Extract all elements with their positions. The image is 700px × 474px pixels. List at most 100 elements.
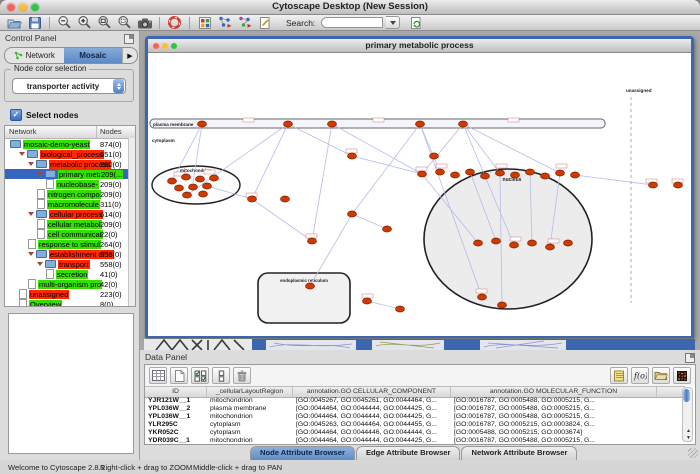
tree-col-network[interactable]: Network [5, 126, 97, 138]
search-input[interactable] [321, 17, 383, 28]
tree-row[interactable]: metabolic process280(0) [5, 159, 135, 169]
snapshot-icon[interactable] [136, 15, 153, 30]
data-panel: Data Panel f(o) ID_cellularLayoutRegiona… [140, 350, 700, 460]
tree-row[interactable]: biological_process651(0) [5, 149, 135, 159]
matrix-icon[interactable] [673, 367, 691, 384]
browser-tabs: Node Attribute BrowserEdge Attribute Bro… [250, 446, 577, 460]
data-panel-body: f(o) ID_cellularLayoutRegionannotation.G… [144, 364, 696, 445]
background-windows-strip[interactable] [144, 338, 695, 350]
resize-grip[interactable] [688, 448, 698, 458]
vizmapper-icon[interactable] [196, 15, 213, 30]
table-row[interactable]: YPL036W__1mitochondrion[GO:0044464, GO:0… [145, 413, 685, 421]
help-icon[interactable] [166, 15, 183, 30]
birdseye-view[interactable] [8, 313, 134, 454]
tree-row-label: response to stimul [38, 240, 101, 249]
zoom-out-icon[interactable] [56, 15, 73, 30]
table-row[interactable]: YKR052Ccytoplasm[GO:0044464, GO:0044446,… [145, 429, 685, 437]
table-scrollbar-thumb[interactable] [683, 389, 690, 402]
node-color-dropdown[interactable]: transporter activity [12, 78, 126, 94]
data-panel-title: Data Panel [140, 350, 700, 364]
control-panel-tabs: Network Mosaic ▶ [4, 47, 138, 64]
unselect-attributes-icon[interactable] [212, 367, 230, 384]
expander-icon[interactable] [37, 172, 43, 176]
attribute-table[interactable]: YJR121W__1mitochondrion[GO:0045267, GO:0… [145, 397, 685, 444]
network-view-frame[interactable]: primary metabolic process plasma membran… [145, 36, 694, 338]
search-dropdown-icon[interactable] [386, 16, 400, 29]
tree-row[interactable]: mosaic-demo-yeast874(0) [5, 139, 135, 149]
select-attributes-icon[interactable] [191, 367, 209, 384]
control-panel-title: Control Panel [0, 31, 139, 45]
table-row[interactable]: YJR121W__1mitochondrion[GO:0045267, GO:0… [145, 397, 685, 405]
tab-network[interactable]: Network [5, 48, 64, 63]
refresh-search-icon[interactable] [407, 15, 424, 30]
table-cell: plasma membrane [207, 405, 293, 413]
layout-network-icon[interactable] [216, 15, 233, 30]
tree-row-count: 614(0) [100, 210, 122, 219]
file-icon [37, 229, 45, 239]
tab-edge-attribute-browser[interactable]: Edge Attribute Browser [356, 446, 461, 460]
status-bar: Welcome to Cytoscape 2.8.1 Right-click +… [0, 460, 700, 474]
table-scrollbar[interactable]: ▲ ▼ [682, 387, 693, 442]
tab-overflow-icon[interactable]: ▶ [122, 48, 137, 63]
align-network-icon[interactable] [236, 15, 253, 30]
tab-network-attribute-browser[interactable]: Network Attribute Browser [461, 446, 577, 460]
table-cell: mitochondrion [207, 397, 293, 405]
annotation-icon[interactable] [256, 15, 273, 30]
attribute-toolbar: f(o) [145, 365, 695, 386]
zoom-selected-icon[interactable] [116, 15, 133, 30]
import-attributes-icon[interactable] [652, 367, 670, 384]
zoom-fit-icon[interactable] [96, 15, 113, 30]
tab-mosaic[interactable]: Mosaic [64, 48, 123, 63]
tree-row[interactable]: transport558(0) [5, 259, 135, 269]
table-row[interactable]: YLR295Ccytoplasm[GO:0045263, GO:0044464,… [145, 421, 685, 429]
open-icon[interactable] [6, 15, 23, 30]
tab-node-attribute-browser[interactable]: Node Attribute Browser [250, 446, 355, 460]
window-titlebar[interactable]: Cytoscape Desktop (New Session) [0, 0, 700, 15]
file-icon [19, 299, 27, 307]
tree-row-count: 651(0) [100, 150, 122, 159]
node-color-dropdown-value: transporter activity [13, 82, 113, 91]
zoom-in-icon[interactable] [76, 15, 93, 30]
expander-icon[interactable] [28, 162, 34, 166]
function-builder-icon[interactable]: f(o) [631, 367, 649, 384]
column-header[interactable]: annotation.GO CELLULAR_COMPONENT [293, 387, 451, 397]
expander-icon[interactable] [37, 262, 43, 266]
tree-row[interactable]: primary metabol209(... [5, 169, 135, 179]
tree-row[interactable]: cellular process614(0) [5, 209, 135, 219]
table-row[interactable]: YDR039C__1mitochondrion[GO:0044464, GO:0… [145, 437, 685, 444]
network-view-titlebar[interactable]: primary metabolic process [148, 39, 691, 53]
tree-row[interactable]: nucleobase-209(0) [5, 179, 135, 189]
tree-row[interactable]: unassigned223(0) [5, 289, 135, 299]
scroll-down-icon[interactable]: ▼ [685, 435, 692, 441]
column-header[interactable]: annotation.GO MOLECULAR_FUNCTION [451, 387, 657, 397]
delete-attribute-icon[interactable] [233, 367, 251, 384]
column-header[interactable]: _cellularLayoutRegion [207, 387, 293, 397]
tree-row[interactable]: macromolecule311(0) [5, 199, 135, 209]
scroll-up-icon[interactable]: ▲ [685, 428, 692, 434]
attribute-table-icon[interactable] [149, 367, 167, 384]
float-panel-icon[interactable] [124, 34, 134, 44]
tree-row[interactable]: nitrogen compo209(0) [5, 189, 135, 199]
column-header[interactable]: ID [145, 387, 207, 397]
tree-row[interactable]: cell communicat22(0) [5, 229, 135, 239]
expander-icon[interactable] [19, 152, 25, 156]
tree-row[interactable]: secretion41(0) [5, 269, 135, 279]
notes-icon[interactable] [610, 367, 628, 384]
tree-row[interactable]: response to stimul264(0) [5, 239, 135, 249]
tree-row[interactable]: Overview8(0) [5, 299, 135, 307]
table-row[interactable]: YPL036W__2plasma membrane[GO:0044464, GO… [145, 405, 685, 413]
tree-scrollbar[interactable] [128, 138, 135, 306]
tree-row[interactable]: cellular metabol209(0) [5, 219, 135, 229]
select-nodes-checkbox[interactable]: ✓ [10, 109, 22, 121]
main-toolbar: Search: [0, 15, 700, 31]
new-attribute-icon[interactable] [170, 367, 188, 384]
tree-row-label: nitrogen compo [47, 190, 101, 199]
expander-icon[interactable] [28, 212, 34, 216]
tree-row[interactable]: establishment of lo558(0) [5, 249, 135, 259]
data-panel-float-icon[interactable] [685, 353, 695, 363]
save-icon[interactable] [26, 15, 43, 30]
tree-col-nodes[interactable]: Nodes [97, 126, 135, 138]
network-canvas[interactable]: plasma membranecytoplasmmitochondrionnuc… [148, 53, 691, 336]
expander-icon[interactable] [28, 252, 34, 256]
tree-row[interactable]: multi-organism pro42(0) [5, 279, 135, 289]
